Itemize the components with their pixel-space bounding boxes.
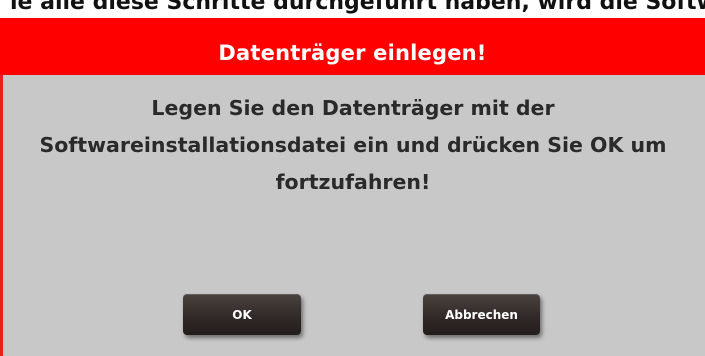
cancel-button[interactable]: Abbrechen: [423, 294, 540, 335]
dialog-title: Datenträger einlegen!: [218, 40, 487, 65]
dialog-titlebar: Datenträger einlegen!: [0, 30, 705, 75]
dialog-message: Legen Sie den Datenträger mit der Softwa…: [39, 96, 667, 194]
titlebar-top: [0, 18, 705, 30]
page: ie alle diese Schritte durchgeführt habe…: [0, 0, 705, 356]
ok-button-label: OK: [232, 307, 252, 322]
cancel-button-label: Abbrechen: [445, 307, 518, 322]
insert-media-dialog: Datenträger einlegen! Legen Sie den Date…: [0, 18, 705, 356]
background-text: ie alle diese Schritte durchgeführt habe…: [10, 0, 705, 15]
background-content: ie alle diese Schritte durchgeführt habe…: [0, 0, 705, 18]
ok-button[interactable]: OK: [183, 294, 301, 335]
